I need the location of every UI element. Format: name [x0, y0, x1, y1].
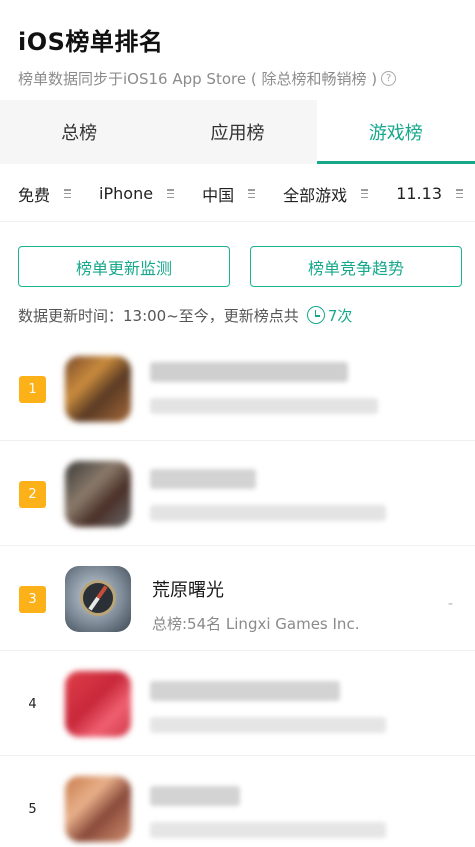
subtitle-text: 榜单数据同步于iOS16 App Store ( 除总榜和畅销榜 ): [18, 69, 378, 88]
ranking-tabs: 总榜 应用榜 游戏榜: [0, 100, 475, 164]
rank-badge: 1: [19, 376, 46, 403]
ranking-trend-button[interactable]: 榜单竞争趋势: [250, 246, 462, 287]
rank-change: -: [447, 596, 453, 612]
tab-apps[interactable]: 应用榜: [158, 100, 316, 164]
rank-badge: 3: [19, 586, 46, 613]
app-meta-placeholder: [150, 717, 386, 733]
list-item[interactable]: 1: [0, 336, 475, 441]
ranking-monitor-button[interactable]: 榜单更新监测: [18, 246, 230, 287]
filter-region[interactable]: 中国: [202, 182, 256, 206]
app-meta-placeholder: [150, 505, 386, 521]
app-icon: [65, 461, 131, 527]
menu-lines-icon: [456, 189, 463, 198]
action-buttons: 榜单更新监测 榜单竞争趋势: [18, 246, 462, 287]
app-icon: [65, 671, 131, 737]
clock-icon: [306, 306, 325, 324]
tab-overall[interactable]: 总榜: [0, 100, 158, 164]
filter-price-label: 免费: [18, 185, 51, 205]
compass-app-icon: [65, 566, 131, 632]
list-item[interactable]: 5: [0, 756, 475, 847]
update-info-text: 数据更新时间：13:00~至今，更新榜点共: [18, 306, 299, 325]
app-name-placeholder: [150, 469, 256, 489]
filter-date[interactable]: 11.13: [396, 184, 463, 203]
filter-category-label: 全部游戏: [283, 185, 348, 205]
menu-lines-icon: [361, 189, 369, 198]
filter-date-label: 11.13: [396, 184, 442, 203]
filter-price[interactable]: 免费: [18, 182, 72, 206]
filter-device-label: iPhone: [99, 184, 154, 203]
list-item[interactable]: 2: [0, 441, 475, 546]
update-count[interactable]: 7次: [328, 305, 353, 326]
tab-games[interactable]: 游戏榜: [316, 100, 475, 164]
app-name-placeholder: [150, 681, 340, 701]
update-info: 数据更新时间：13:00~至今，更新榜点共 7次: [18, 304, 352, 326]
page-header: iOS榜单排名 榜单数据同步于iOS16 App Store ( 除总榜和畅销榜…: [0, 0, 475, 88]
app-meta-placeholder: [150, 822, 386, 838]
question-circle-icon[interactable]: ?: [381, 70, 397, 86]
menu-lines-icon: [248, 189, 256, 198]
ranking-list: 1 2 3 荒原曙光 总榜:54名 Lingxi Games Inc. - 4 …: [0, 336, 475, 847]
list-item[interactable]: 4: [0, 651, 475, 756]
rank-number: 4: [28, 697, 37, 712]
filter-category[interactable]: 全部游戏: [283, 182, 369, 206]
app-icon: [65, 356, 131, 422]
app-name-placeholder: [150, 786, 240, 806]
app-name-placeholder: [150, 362, 348, 382]
page-subtitle: 榜单数据同步于iOS16 App Store ( 除总榜和畅销榜 ) ?: [18, 68, 457, 88]
filter-bar: 免费 iPhone 中国 全部游戏 11.13: [0, 166, 475, 222]
rank-number: 5: [28, 802, 37, 817]
rank-badge: 2: [19, 481, 46, 508]
app-icon: [65, 776, 131, 842]
menu-lines-icon: [64, 189, 72, 198]
filter-device[interactable]: iPhone: [99, 184, 175, 203]
menu-lines-icon: [167, 189, 175, 198]
app-meta-placeholder: [150, 398, 378, 414]
page-title: iOS榜单排名: [18, 28, 164, 56]
app-meta: 总榜:54名 Lingxi Games Inc.: [152, 615, 360, 633]
app-name: 荒原曙光: [152, 580, 224, 601]
list-item[interactable]: 3 荒原曙光 总榜:54名 Lingxi Games Inc. -: [0, 546, 475, 651]
filter-region-label: 中国: [202, 185, 235, 205]
